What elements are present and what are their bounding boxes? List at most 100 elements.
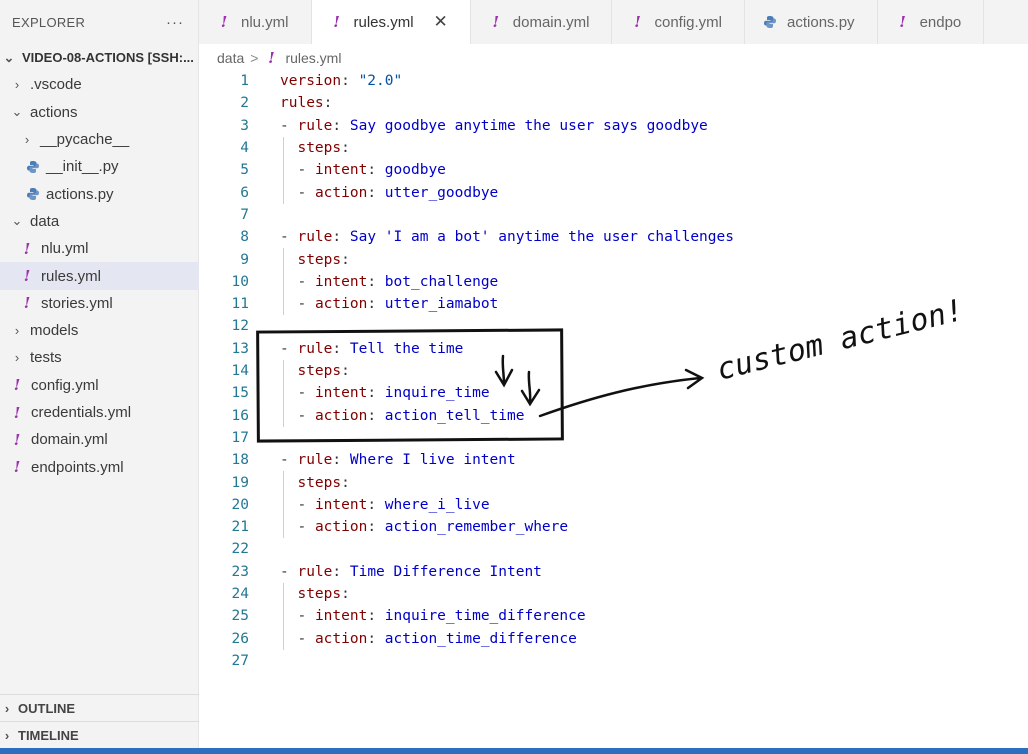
status-bar — [0, 748, 1028, 754]
tree-item[interactable]: › __pycache__ — [0, 126, 199, 153]
list-dash: - — [297, 608, 315, 625]
editor-tab[interactable]: ! rules.yml ✕ — [311, 0, 471, 44]
code-line: 5 - intent: goodbye — [199, 159, 446, 181]
line-number: 22 — [231, 541, 249, 558]
code-text: - rule: Time Difference Intent — [280, 564, 542, 580]
tree-item[interactable]: ⌄ VIDEO-08-ACTIONS [SSH:... — [0, 44, 199, 71]
breadcrumb-folder[interactable]: data — [217, 50, 244, 66]
code-text: steps: — [280, 140, 350, 157]
yaml-colon: : — [367, 608, 385, 625]
yaml-file-icon: ! — [23, 267, 31, 286]
line-number: 19 — [231, 474, 249, 491]
editor-tab[interactable]: ! endpo — [878, 0, 985, 44]
tree-item[interactable]: ! rules.yml — [0, 262, 199, 290]
code-line: 6 - action: utter_goodbye — [199, 182, 498, 204]
code-line: 23 - rule: Time Difference Intent — [199, 561, 542, 583]
more-actions-icon[interactable]: ··· — [166, 14, 184, 31]
editor-tab[interactable]: actions.py — [745, 0, 878, 44]
line-number: 16 — [231, 407, 249, 424]
tab-label: endpo — [919, 13, 962, 31]
yaml-key: steps — [297, 474, 342, 491]
yaml-file-icon: ! — [13, 458, 21, 477]
tab-label: rules.yml — [353, 13, 414, 31]
chevron-right-icon: › — [4, 700, 10, 716]
tree-item-label: __pycache__ — [40, 131, 130, 149]
yaml-value: goodbye — [384, 162, 446, 179]
yaml-colon: : — [367, 407, 385, 424]
tree-item[interactable]: ! credentials.yml — [0, 399, 199, 426]
line-number: 9 — [240, 251, 249, 268]
yaml-key: action — [314, 630, 368, 647]
timeline-section[interactable]: › TIMELINE — [0, 721, 199, 748]
tree-item-label: tests — [30, 349, 62, 367]
yaml-key: action — [314, 407, 368, 424]
close-icon[interactable]: ✕ — [434, 12, 448, 32]
line-number: 6 — [240, 184, 249, 201]
outline-section[interactable]: › OUTLINE — [0, 694, 199, 721]
line-number: 25 — [231, 608, 249, 625]
yaml-key: version — [280, 73, 342, 90]
code-text: - intent: bot_challenge — [280, 274, 498, 290]
tree-item[interactable]: ! domain.yml — [0, 426, 199, 453]
code-line: 26 - action: action_time_difference — [199, 628, 577, 650]
tree-item[interactable]: ! endpoints.yml — [0, 453, 199, 480]
yaml-key: steps — [297, 586, 342, 603]
line-number: 24 — [231, 586, 249, 603]
chevron-down-icon: ⌄ — [11, 104, 23, 120]
code-line: 21 - action: action_remember_where — [199, 516, 569, 538]
tree-item[interactable]: › tests — [0, 344, 199, 371]
yaml-colon: : — [341, 474, 350, 491]
line-number: 26 — [231, 630, 249, 647]
code-line: 22 — [199, 538, 249, 560]
tree-item[interactable]: actions.py — [0, 180, 199, 207]
line-number: 14 — [231, 363, 249, 380]
breadcrumb-separator: > — [250, 50, 259, 66]
tree-item-label: models — [30, 322, 79, 340]
yaml-key: rule — [297, 452, 333, 469]
chevron-right-icon: › — [14, 323, 20, 339]
chevron-right-icon: › — [14, 77, 20, 93]
yaml-colon: : — [332, 452, 350, 469]
tree-item-label: actions — [30, 103, 78, 121]
code-line: 17 — [199, 427, 249, 449]
yaml-colon: : — [341, 140, 350, 157]
list-dash: - — [280, 452, 298, 469]
code-text: steps: — [280, 474, 350, 491]
tree-item[interactable]: › .vscode — [0, 71, 199, 98]
code-text: - intent: inquire_time — [280, 385, 489, 402]
tree-item-label: __init__.py — [46, 158, 119, 176]
tree-item[interactable]: ! config.yml — [0, 372, 199, 399]
editor-tab[interactable]: ! nlu.yml — [199, 0, 312, 44]
breadcrumb-file[interactable]: rules.yml — [285, 50, 341, 66]
tree-item[interactable]: › models — [0, 317, 199, 344]
yaml-value: bot_challenge — [384, 273, 499, 290]
indent-guide — [283, 359, 284, 427]
list-dash: - — [297, 385, 315, 402]
tree-item[interactable]: ! nlu.yml — [0, 235, 199, 262]
yaml-file-icon: ! — [23, 294, 31, 313]
line-number: 11 — [231, 296, 249, 313]
list-dash: - — [297, 273, 315, 290]
yaml-colon: : — [332, 229, 350, 246]
editor-tab[interactable]: ! domain.yml — [471, 0, 613, 44]
code-line: 15 - intent: inquire_time — [199, 382, 490, 404]
tree-item[interactable]: ! stories.yml — [0, 290, 199, 317]
yaml-key: steps — [297, 251, 342, 268]
yaml-key: rule — [297, 117, 333, 134]
code-editor[interactable]: 1 version: "2.0" 2 rules: 3 - rule: Say goodb… — [199, 70, 1028, 748]
indent-guide — [283, 136, 284, 204]
yaml-value: Say 'I am a bot' anytime the user challe… — [349, 229, 734, 246]
code-text: - rule: Tell the time — [280, 341, 463, 357]
list-dash: - — [280, 117, 298, 134]
yaml-key: rule — [297, 563, 333, 580]
yaml-value: utter_goodbye — [384, 184, 499, 201]
tree-item[interactable]: ⌄ actions — [0, 99, 199, 126]
tree-item[interactable]: __init__.py — [0, 153, 199, 180]
list-dash: - — [280, 563, 298, 580]
yaml-file-icon: ! — [13, 376, 21, 395]
tree-item[interactable]: ⌄ data — [0, 208, 199, 235]
line-number: 4 — [240, 140, 249, 157]
tree-item-label: config.yml — [31, 376, 99, 394]
editor-tab[interactable]: ! config.yml — [612, 0, 746, 44]
list-dash: - — [297, 519, 315, 536]
